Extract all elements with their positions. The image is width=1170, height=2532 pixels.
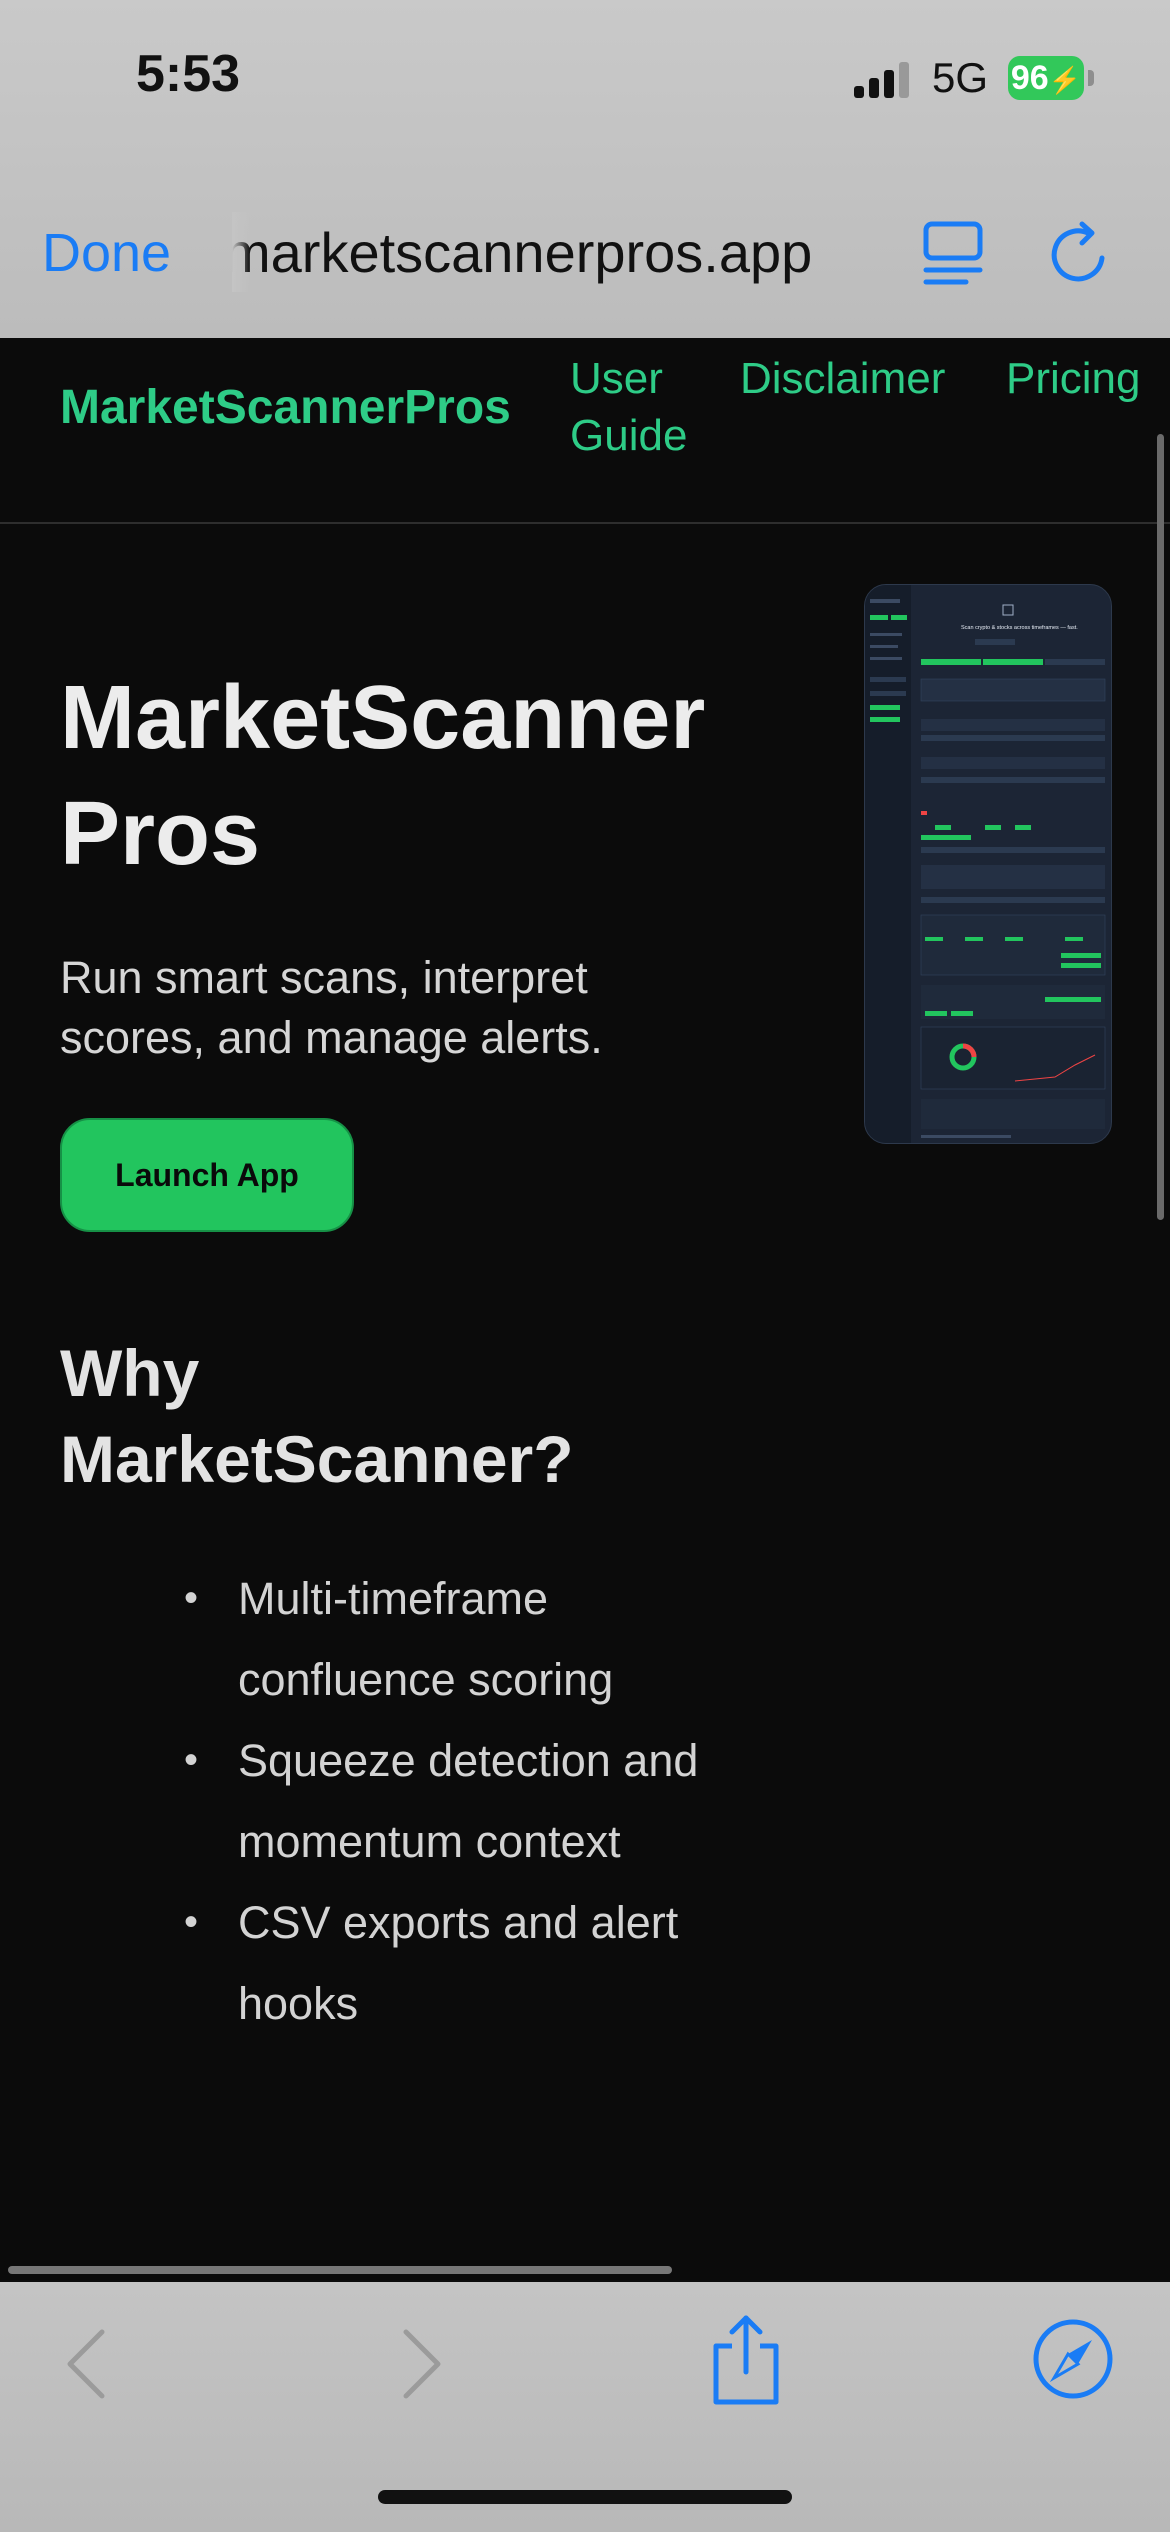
nav-user-guide-line1: User: [570, 354, 663, 403]
status-time: 5:53: [136, 45, 241, 103]
hero-title-line2: Pros: [60, 784, 261, 884]
network-type: 5G: [932, 54, 989, 101]
url-fade: [232, 212, 250, 292]
vertical-scrollbar[interactable]: [1157, 434, 1164, 1220]
why-heading-line1: Why: [60, 1336, 200, 1410]
brand-link[interactable]: MarketScannerPros: [60, 380, 511, 435]
feature-item: Squeeze detection and momentum context: [178, 1720, 758, 1882]
hero-subtitle: Run smart scans, interpret scores, and m…: [60, 952, 603, 1063]
reload-icon[interactable]: [1044, 218, 1116, 290]
home-indicator[interactable]: [378, 2490, 792, 2504]
compass-icon[interactable]: [1030, 2316, 1116, 2402]
nav-user-guide[interactable]: User Guide: [570, 350, 687, 464]
why-heading-line2: MarketScanner?: [60, 1422, 574, 1496]
back-icon[interactable]: [62, 2326, 110, 2402]
app-preview-image: Scan crypto & stocks across timeframes —…: [864, 584, 1112, 1144]
app-preview-graphic: Scan crypto & stocks across timeframes —…: [865, 585, 1106, 1143]
preview-headline: Scan crypto & stocks across timeframes —…: [961, 625, 1078, 631]
forward-icon[interactable]: [398, 2326, 446, 2402]
horizontal-scrollbar[interactable]: [8, 2266, 672, 2274]
launch-app-button[interactable]: Launch App: [60, 1118, 354, 1232]
browser-top-bar: 5:53 5G 96⚡ Done marketscannerpros.app: [0, 0, 1170, 338]
battery-cap: [1088, 70, 1094, 86]
hero-title: MarketScanner Pros: [60, 660, 760, 892]
cellular-signal-icon: [854, 58, 914, 98]
url-text: marketscannerpros.app: [232, 221, 813, 284]
done-button[interactable]: Done: [42, 222, 171, 284]
reader-icon[interactable]: [918, 218, 988, 288]
site-nav: MarketScannerPros User Guide Disclaimer …: [0, 338, 1170, 524]
battery-icon: 96⚡: [1008, 56, 1084, 100]
hero-title-line1: MarketScanner: [60, 668, 706, 768]
why-heading: Why MarketScanner?: [60, 1330, 760, 1502]
battery-level: 96: [1010, 59, 1049, 97]
feature-item: CSV exports and alert hooks: [178, 1882, 758, 2044]
feature-list: Multi-timeframe confluence scoring Squee…: [178, 1558, 758, 2044]
share-icon[interactable]: [706, 2312, 786, 2408]
nav-user-guide-line2: Guide: [570, 411, 688, 460]
web-page: MarketScannerPros User Guide Disclaimer …: [0, 338, 1170, 2282]
nav-disclaimer[interactable]: Disclaimer: [740, 350, 945, 407]
feature-item: Multi-timeframe confluence scoring: [178, 1558, 758, 1720]
nav-pricing[interactable]: Pricing: [1006, 350, 1141, 407]
url-bar[interactable]: marketscannerpros.app: [232, 220, 882, 285]
